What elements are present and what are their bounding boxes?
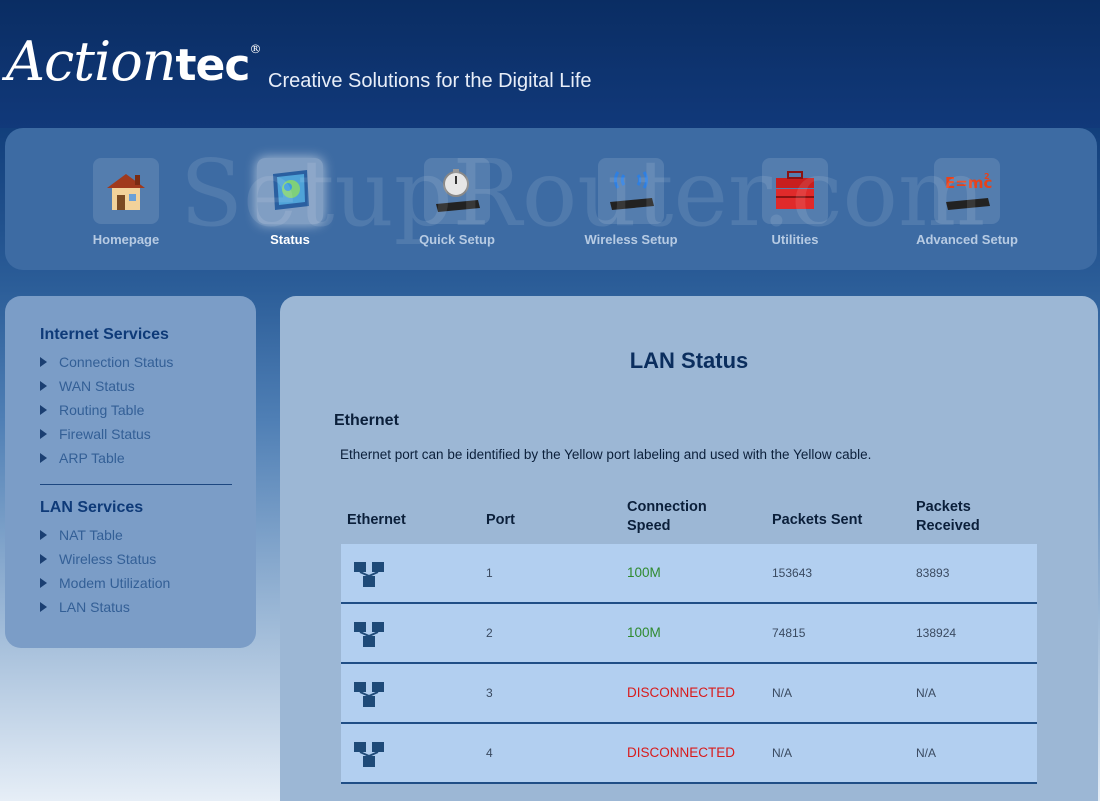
sidebar-item-firewall-status[interactable]: Firewall Status (40, 422, 256, 446)
column-header-packets-sent: Packets Sent (772, 511, 862, 530)
sidebar-divider (40, 484, 232, 485)
cell-port: 2 (486, 626, 493, 640)
nav-item-quick-setup[interactable]: Quick Setup (382, 158, 532, 247)
triangle-bullet-icon (40, 429, 47, 440)
triangle-bullet-icon (40, 554, 47, 565)
triangle-bullet-icon (40, 578, 47, 589)
triangle-bullet-icon (40, 357, 47, 368)
cell-packets-received: N/A (916, 686, 937, 700)
nav-item-status[interactable]: Status (215, 158, 365, 247)
tagline: Creative Solutions for the Digital Life (268, 70, 592, 92)
nav-item-utilities[interactable]: Utilities (720, 158, 870, 247)
ethernet-network-icon (354, 622, 384, 647)
sidebar-item-nat-table[interactable]: NAT Table (40, 523, 256, 547)
emc2-router-icon: E=mc 2 (934, 158, 1000, 224)
ethernet-network-icon (354, 562, 384, 587)
cell-packets-sent: N/A (772, 686, 793, 700)
cell-connection-speed: 100M (627, 565, 661, 580)
cell-packets-received: N/A (916, 746, 937, 760)
column-header-line: Connection (627, 499, 707, 515)
cell-connection-speed: DISCONNECTED (627, 745, 736, 760)
cell-connection-speed: DISCONNECTED (627, 685, 736, 700)
actiontec-logo: Actiontec® (6, 30, 261, 93)
sidebar-item-label: ARP Table (59, 450, 125, 466)
sidebar-item-connection-status[interactable]: Connection Status (40, 350, 256, 374)
cell-packets-sent: 74815 (772, 626, 806, 640)
column-header-connection-speed: Connection Speed (627, 498, 707, 536)
nav-label: Quick Setup (419, 232, 495, 247)
sidebar-item-arp-table[interactable]: ARP Table (40, 446, 256, 470)
column-header-line: Speed (627, 518, 671, 534)
logo-script: Action (6, 30, 176, 93)
sidebar: Internet Services Connection Status WAN … (5, 296, 256, 648)
ethernet-network-icon (354, 682, 384, 707)
sidebar-item-label: Connection Status (59, 354, 174, 370)
sidebar-item-label: Routing Table (59, 402, 145, 418)
ethernet-network-icon (354, 742, 384, 767)
sidebar-item-label: Firewall Status (59, 426, 151, 442)
section-description: Ethernet port can be identified by the Y… (340, 447, 872, 462)
sidebar-item-label: WAN Status (59, 378, 135, 394)
column-header-line: Port (486, 512, 515, 528)
sidebar-item-lan-status[interactable]: LAN Status (40, 595, 256, 619)
toolbox-icon (762, 158, 828, 224)
triangle-bullet-icon (40, 405, 47, 416)
sidebar-item-label: NAT Table (59, 527, 123, 543)
main-content: LAN Status Ethernet Ethernet port can be… (280, 296, 1098, 801)
column-header-port: Port (486, 511, 515, 530)
status-monitor-icon (257, 158, 323, 224)
sidebar-heading-internet-services: Internet Services (40, 326, 169, 343)
wireless-router-icon (598, 158, 664, 224)
logo-registered-mark: ® (249, 42, 261, 56)
column-header-line: Packets (916, 499, 971, 515)
sidebar-item-routing-table[interactable]: Routing Table (40, 398, 256, 422)
lan-status-table: Ethernet Port Connection Speed Packets Se… (341, 498, 1037, 784)
logo-bold: tec (175, 40, 251, 91)
cell-port: 1 (486, 566, 493, 580)
page-title: LAN Status (629, 348, 749, 373)
nav-label: Utilities (771, 232, 819, 247)
column-header-line: Received (916, 518, 980, 534)
triangle-bullet-icon (40, 453, 47, 464)
cell-packets-received: 138924 (916, 626, 957, 640)
cell-packets-sent: 153643 (772, 566, 813, 580)
sidebar-item-modem-utilization[interactable]: Modem Utilization (40, 571, 256, 595)
house-icon (93, 158, 159, 224)
table-row: 2 100M 74815 138924 (341, 604, 1037, 664)
section-title: Ethernet (334, 412, 399, 429)
svg-text:2: 2 (984, 172, 990, 181)
nav-label: Wireless Setup (584, 232, 678, 247)
triangle-bullet-icon (40, 381, 47, 392)
nav-label: Homepage (92, 232, 160, 247)
top-navigation: Homepage Status Quick Setup Wireless Set… (5, 128, 1097, 270)
column-header-line: Ethernet (347, 512, 406, 528)
nav-item-wireless-setup[interactable]: Wireless Setup (556, 158, 706, 247)
triangle-bullet-icon (40, 602, 47, 613)
table-header: Ethernet Port Connection Speed Packets Se… (341, 498, 1037, 544)
cell-packets-received: 83893 (916, 566, 950, 580)
sidebar-item-label: Wireless Status (59, 551, 157, 567)
nav-label: Status (270, 232, 310, 247)
nav-item-homepage[interactable]: Homepage (51, 158, 201, 247)
cell-port: 3 (486, 686, 493, 700)
sidebar-item-label: Modem Utilization (59, 575, 171, 591)
triangle-bullet-icon (40, 530, 47, 541)
sidebar-heading-lan-services: LAN Services (40, 499, 144, 516)
sidebar-item-wireless-status[interactable]: Wireless Status (40, 547, 256, 571)
nav-item-advanced-setup[interactable]: E=mc 2 Advanced Setup (892, 158, 1042, 247)
column-header-line: Packets Sent (772, 512, 863, 528)
table-row: 4 DISCONNECTED N/A N/A (341, 724, 1037, 784)
column-header-ethernet: Ethernet (347, 511, 406, 530)
header: Actiontec® Creative Solutions for the Di… (0, 0, 1100, 128)
table-row: 3 DISCONNECTED N/A N/A (341, 664, 1037, 724)
cell-packets-sent: N/A (772, 746, 793, 760)
cell-port: 4 (486, 746, 493, 760)
column-header-packets-received: Packets Received (916, 498, 980, 536)
nav-label: Advanced Setup (916, 232, 1018, 247)
cell-connection-speed: 100M (627, 625, 661, 640)
table-row: 1 100M 153643 83893 (341, 544, 1037, 604)
stopwatch-router-icon (424, 158, 490, 224)
sidebar-item-wan-status[interactable]: WAN Status (40, 374, 256, 398)
sidebar-item-label: LAN Status (59, 599, 130, 615)
